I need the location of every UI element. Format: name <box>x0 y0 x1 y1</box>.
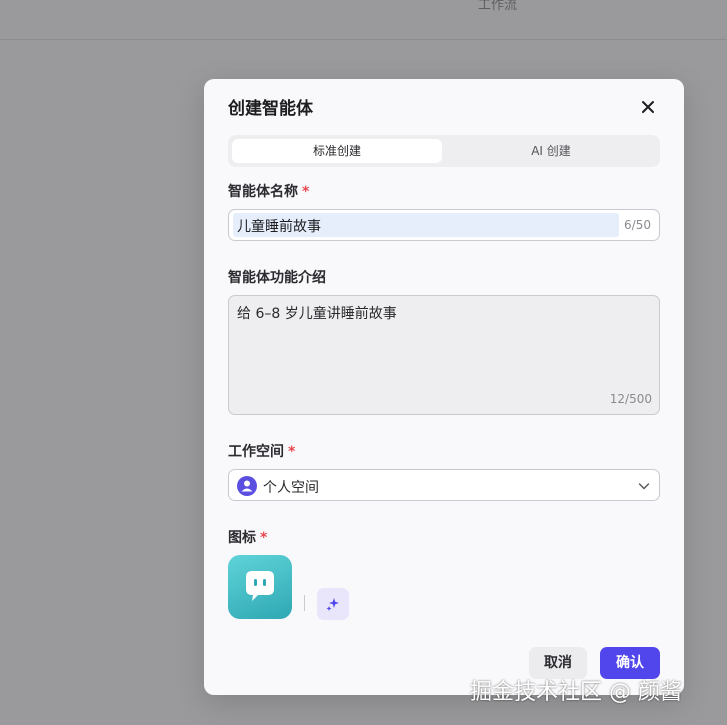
description-char-counter: 12/500 <box>609 392 652 406</box>
agent-description-value: 给 6–8 岁儿童讲睡前故事 <box>237 306 397 322</box>
workspace-selected-value: 个人空间 <box>263 480 319 496</box>
workflow-tab[interactable]: 工作流 <box>478 0 517 13</box>
agent-name-input[interactable]: 儿童睡前故事 6/50 <box>228 209 660 241</box>
chevron-down-icon <box>638 483 650 490</box>
divider <box>304 595 305 611</box>
close-icon[interactable] <box>638 97 658 117</box>
create-agent-dialog: 创建智能体 标准创建 AI 创建 智能体名称 * 儿童睡前故事 6/50 智能体功… <box>204 79 684 695</box>
top-nav-bar: 工作流 <box>0 0 727 40</box>
ai-generate-icon-button[interactable] <box>317 588 349 620</box>
sparkle-icon <box>326 598 339 611</box>
workspace-select[interactable]: 个人空间 <box>228 469 660 501</box>
name-char-counter: 6/50 <box>624 218 651 232</box>
tab-ai-create[interactable]: AI 创建 <box>446 139 656 163</box>
agent-name-label: 智能体名称 * <box>228 184 310 200</box>
agent-name-value: 儿童睡前故事 <box>237 219 321 235</box>
agent-description-textarea[interactable]: 给 6–8 岁儿童讲睡前故事 12/500 <box>228 295 660 415</box>
agent-description-label: 智能体功能介绍 <box>228 270 326 286</box>
required-mark: * <box>288 444 296 460</box>
required-mark: * <box>260 530 268 546</box>
icon-label: 图标 * <box>228 530 268 546</box>
tab-standard-create[interactable]: 标准创建 <box>232 139 442 163</box>
dialog-title: 创建智能体 <box>228 99 313 119</box>
user-avatar-icon <box>237 476 257 496</box>
required-mark: * <box>302 184 310 200</box>
agent-avatar-icon[interactable] <box>228 555 292 619</box>
watermark: 掘金技术社区 @ 颜酱 <box>470 680 682 705</box>
create-mode-tabs: 标准创建 AI 创建 <box>228 135 660 167</box>
workspace-label: 工作空间 * <box>228 444 296 460</box>
